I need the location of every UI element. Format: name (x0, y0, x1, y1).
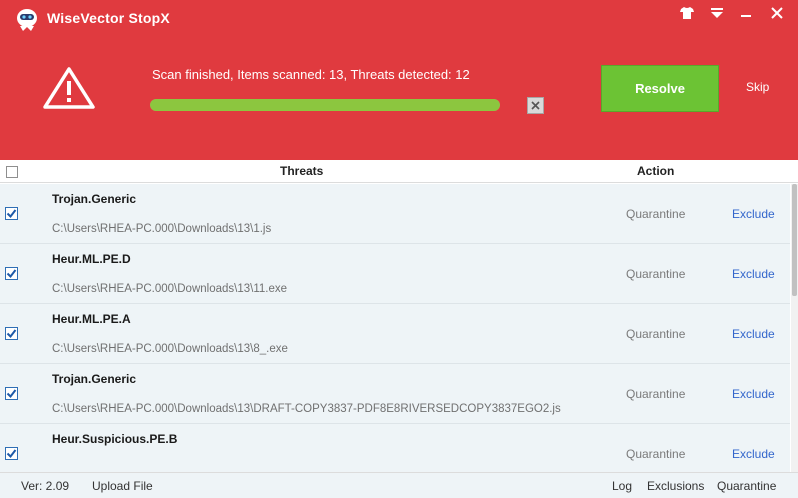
select-all-checkbox[interactable] (6, 166, 18, 178)
threat-row: Heur.ML.PE.A C:\Users\RHEA-PC.000\Downlo… (0, 304, 790, 364)
exclude-link[interactable]: Exclude (732, 207, 775, 221)
threat-path: C:\Users\RHEA-PC.000\Downloads\13\8_.exe (52, 343, 288, 355)
close-button[interactable] (765, 4, 789, 22)
close-icon (771, 7, 783, 19)
exclude-link[interactable]: Exclude (732, 387, 775, 401)
warning-icon (43, 67, 95, 109)
threat-path: C:\Users\RHEA-PC.000\Downloads\13\DRAFT-… (52, 403, 561, 415)
minimize-button[interactable] (734, 4, 758, 22)
threat-checkbox[interactable] (5, 267, 18, 280)
checkbox-checked-icon (6, 269, 17, 279)
scan-status-text: Scan finished, Items scanned: 13, Threat… (152, 67, 470, 82)
quarantine-action[interactable]: Quarantine (626, 207, 685, 221)
checkbox-checked-icon (6, 389, 17, 399)
resolve-button[interactable]: Resolve (601, 65, 719, 112)
stop-scan-icon (531, 101, 540, 110)
scan-progress-bar (150, 99, 500, 111)
robot-logo-icon (17, 9, 37, 31)
exclude-link[interactable]: Exclude (732, 447, 775, 461)
threat-name: Heur.ML.PE.A (52, 312, 131, 326)
scrollbar-thumb[interactable] (792, 184, 797, 296)
checkbox-checked-icon (6, 329, 17, 339)
threat-name: Heur.ML.PE.D (52, 252, 131, 266)
threat-path: C:\Users\RHEA-PC.000\Downloads\13\11.exe (52, 283, 288, 295)
threat-list-scrollbar[interactable] (791, 184, 798, 472)
tshirt-skin-icon (680, 7, 694, 19)
quarantine-action[interactable]: Quarantine (626, 447, 685, 461)
action-column-header: Action (637, 164, 675, 178)
exclusions-link[interactable]: Exclusions (647, 479, 704, 493)
skin-button[interactable] (675, 4, 699, 22)
menu-button[interactable] (705, 4, 729, 22)
scan-progress-fill (150, 99, 500, 111)
skip-button[interactable]: Skip (746, 80, 769, 94)
menu-icon (711, 8, 723, 18)
version-label: Ver: 2.09 (21, 479, 70, 493)
threat-checkbox[interactable] (5, 207, 18, 220)
threat-name: Trojan.Generic (52, 372, 137, 386)
stop-scan-button[interactable] (527, 97, 544, 114)
threat-row: Trojan.Generic C:\Users\RHEA-PC.000\Down… (0, 184, 790, 244)
threat-name: Trojan.Generic (52, 192, 137, 206)
threat-checkbox[interactable] (5, 387, 18, 400)
header-banner: WiseVector StopX Scan finished, Items sc… (0, 0, 798, 160)
checkbox-checked-icon (6, 449, 17, 459)
threat-list: Trojan.Generic C:\Users\RHEA-PC.000\Down… (0, 184, 790, 472)
minimize-icon (741, 15, 751, 17)
threat-checkbox[interactable] (5, 327, 18, 340)
upload-file-link[interactable]: Upload File (92, 479, 153, 493)
threat-name: Heur.Suspicious.PE.B (52, 432, 178, 446)
app-title: WiseVector StopX (47, 10, 170, 26)
threat-list-header: Threats Action (0, 160, 798, 183)
threat-path: C:\Users\RHEA-PC.000\Downloads\13\1.js (52, 223, 272, 235)
checkbox-checked-icon (6, 209, 17, 219)
threats-column-header: Threats (280, 164, 324, 178)
quarantine-link[interactable]: Quarantine (717, 479, 776, 493)
threat-checkbox[interactable] (5, 447, 18, 460)
quarantine-action[interactable]: Quarantine (626, 387, 685, 401)
quarantine-action[interactable]: Quarantine (626, 327, 685, 341)
log-link[interactable]: Log (612, 479, 632, 493)
threat-row: Heur.ML.PE.D C:\Users\RHEA-PC.000\Downlo… (0, 244, 790, 304)
quarantine-action[interactable]: Quarantine (626, 267, 685, 281)
threat-row: Trojan.Generic C:\Users\RHEA-PC.000\Down… (0, 364, 790, 424)
footer-bar: Ver: 2.09 Upload File Log Exclusions Qua… (0, 472, 798, 498)
exclude-link[interactable]: Exclude (732, 327, 775, 341)
threat-row: Heur.Suspicious.PE.B Quarantine Exclude (0, 424, 790, 472)
exclude-link[interactable]: Exclude (732, 267, 775, 281)
